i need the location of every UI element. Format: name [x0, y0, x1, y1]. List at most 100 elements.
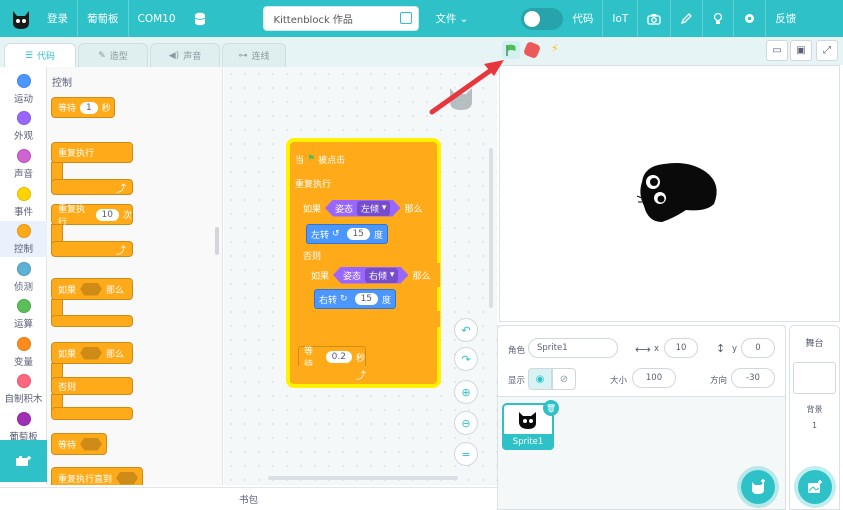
- delete-sprite-icon[interactable]: 🗑: [543, 400, 559, 416]
- posture-condition[interactable]: 姿态 左倾 ▾: [325, 200, 400, 217]
- category-control[interactable]: 控制: [0, 221, 47, 257]
- add-backdrop-button[interactable]: [798, 470, 832, 504]
- category-sensing[interactable]: 侦测: [0, 259, 47, 295]
- database-icon[interactable]: [185, 0, 215, 37]
- if-else-block[interactable]: 如果 那么: [51, 342, 133, 364]
- green-flag-button[interactable]: [502, 41, 520, 59]
- camera-icon[interactable]: [638, 0, 670, 37]
- if-tilt-right-block[interactable]: 如果 姿态 右倾 ▾ 那么: [306, 263, 440, 287]
- add-backdrop-icon: [808, 480, 822, 493]
- else-label-block: 否则: [51, 377, 133, 395]
- menu-bar: 登录 葡萄板 COM10 Kittenblock 作品 文件 ⌄ 代码 IoT …: [0, 0, 843, 37]
- block-text: 如果: [311, 271, 330, 282]
- fullscreen-button[interactable]: ⤢: [816, 40, 838, 61]
- gear-icon[interactable]: [734, 0, 765, 37]
- kittenblock-logo-icon[interactable]: [4, 0, 38, 37]
- direction-input[interactable]: -30: [731, 368, 775, 388]
- posture-reporter[interactable]: 姿态 右倾 ▾: [333, 267, 408, 284]
- category-my-blocks[interactable]: 自制积木: [0, 371, 47, 407]
- add-extension-button[interactable]: [0, 440, 47, 482]
- zoom-in-icon[interactable]: ⊕: [454, 380, 478, 404]
- tilt-dropdown[interactable]: 左倾 ▾: [357, 201, 390, 216]
- code-mode-toggle[interactable]: [521, 7, 564, 30]
- category-operators[interactable]: 运算: [0, 296, 47, 332]
- sprite-name-input[interactable]: Sprite1: [528, 338, 618, 358]
- rotate-cw-icon: ↻: [340, 294, 348, 304]
- forever-block[interactable]: 重复执行: [51, 142, 133, 163]
- size-input[interactable]: 100: [632, 368, 676, 388]
- script-horizontal-scrollbar[interactable]: [268, 476, 458, 480]
- palette-scrollbar[interactable]: [215, 227, 219, 255]
- zoom-out-icon[interactable]: ⊖: [454, 411, 478, 435]
- wait-script-input[interactable]: 0.2: [325, 351, 352, 363]
- iot-button[interactable]: IoT: [603, 0, 637, 37]
- when-flag-clicked-block[interactable]: 当 ⚑ 被点击: [290, 148, 358, 170]
- turn-left-block[interactable]: 左转 ↺ 15 度: [306, 224, 388, 244]
- category-sound[interactable]: 声音: [0, 146, 47, 182]
- sprite-on-stage[interactable]: [634, 160, 724, 230]
- project-title-input[interactable]: Kittenblock 作品: [262, 6, 419, 31]
- tab-costumes[interactable]: ✎ 造型: [78, 43, 148, 67]
- if-tilt-left-block[interactable]: 如果 姿态 左倾 ▾ 那么: [298, 196, 432, 220]
- redo-icon[interactable]: ↷: [454, 347, 478, 371]
- pen-icon[interactable]: [671, 0, 702, 37]
- repeat-input[interactable]: 10: [95, 208, 119, 221]
- x-input[interactable]: 10: [664, 338, 698, 358]
- category-motion[interactable]: 运动: [0, 71, 47, 107]
- wait-input[interactable]: 1: [80, 101, 98, 114]
- file-menu[interactable]: 文件 ⌄: [427, 0, 478, 37]
- posture-condition[interactable]: 姿态 右倾 ▾: [333, 267, 408, 284]
- repeat-until-block[interactable]: 重复执行直到: [51, 467, 143, 485]
- turn-left-input[interactable]: 15: [346, 228, 371, 240]
- repeat-block-bottom: ⤴: [51, 241, 133, 257]
- chevron-down-icon: ⌄: [459, 12, 469, 25]
- condition-slot: [116, 471, 138, 485]
- port-menu[interactable]: COM10: [129, 0, 185, 37]
- large-stage-button[interactable]: ▣: [790, 40, 812, 61]
- login-button[interactable]: 登录: [38, 0, 77, 37]
- show-sprite-button[interactable]: ◉: [528, 368, 552, 390]
- tab-connect[interactable]: ⊶ 连线: [222, 43, 286, 67]
- zoom-reset-icon[interactable]: =: [454, 442, 478, 466]
- tab-sounds-label: 声音: [183, 52, 202, 62]
- wait-block[interactable]: 等待 1 秒: [51, 97, 115, 118]
- turn-right-block[interactable]: 右转 ↻ 15 度: [314, 289, 396, 309]
- tab-code[interactable]: ☰ 代码: [4, 43, 76, 67]
- if-then-block[interactable]: 如果 那么: [51, 278, 133, 300]
- turn-right-input[interactable]: 15: [354, 293, 379, 305]
- board-menu[interactable]: 葡萄板: [78, 0, 128, 37]
- green-flag-icon: [506, 44, 516, 56]
- stage-thumbnail[interactable]: [793, 362, 836, 394]
- lightbulb-icon[interactable]: [703, 0, 733, 37]
- y-input[interactable]: 0: [741, 338, 775, 358]
- category-dot-icon: [16, 298, 31, 313]
- block-text: 右转: [319, 295, 338, 306]
- stage-canvas[interactable]: [499, 65, 840, 322]
- category-looks[interactable]: 外观: [0, 108, 47, 144]
- category-events[interactable]: 事件: [0, 184, 47, 220]
- script-vertical-scrollbar[interactable]: [489, 148, 493, 308]
- category-dot-icon: [16, 411, 31, 426]
- repeat-block[interactable]: 重复执行 10 次: [51, 204, 133, 228]
- tab-sounds[interactable]: ◀) 声音: [150, 43, 220, 67]
- sprite-info: 角色 Sprite1 ⟷ x 10 ↕ y 0 显示 ◉ ⊘ 大小 100 方向…: [497, 325, 786, 397]
- feedback-button[interactable]: 反馈: [766, 0, 805, 37]
- category-dot-icon: [16, 373, 31, 388]
- forever-script-block[interactable]: 重复执行: [290, 172, 372, 194]
- block-text: 那么: [106, 349, 125, 360]
- tilt-dropdown[interactable]: 右倾 ▾: [365, 268, 398, 283]
- category-variables[interactable]: 变量: [0, 334, 47, 370]
- backpack-bar[interactable]: 书包: [0, 487, 497, 510]
- add-sprite-button[interactable]: [741, 470, 775, 504]
- x-label: x: [654, 344, 660, 354]
- small-stage-button[interactable]: ▭: [766, 40, 788, 61]
- wait-script-block[interactable]: 等待 0.2 秒: [298, 346, 366, 370]
- posture-reporter[interactable]: 姿态 左倾 ▾: [325, 200, 400, 217]
- undo-icon[interactable]: ↶: [454, 318, 478, 342]
- wait-until-block[interactable]: 等待: [51, 433, 107, 455]
- hide-sprite-button[interactable]: ⊘: [552, 368, 576, 390]
- block-text: 度: [374, 230, 384, 241]
- save-icon[interactable]: [399, 12, 412, 24]
- block-text: 姿态: [343, 271, 362, 282]
- block-text: 重复执行直到: [58, 474, 113, 485]
